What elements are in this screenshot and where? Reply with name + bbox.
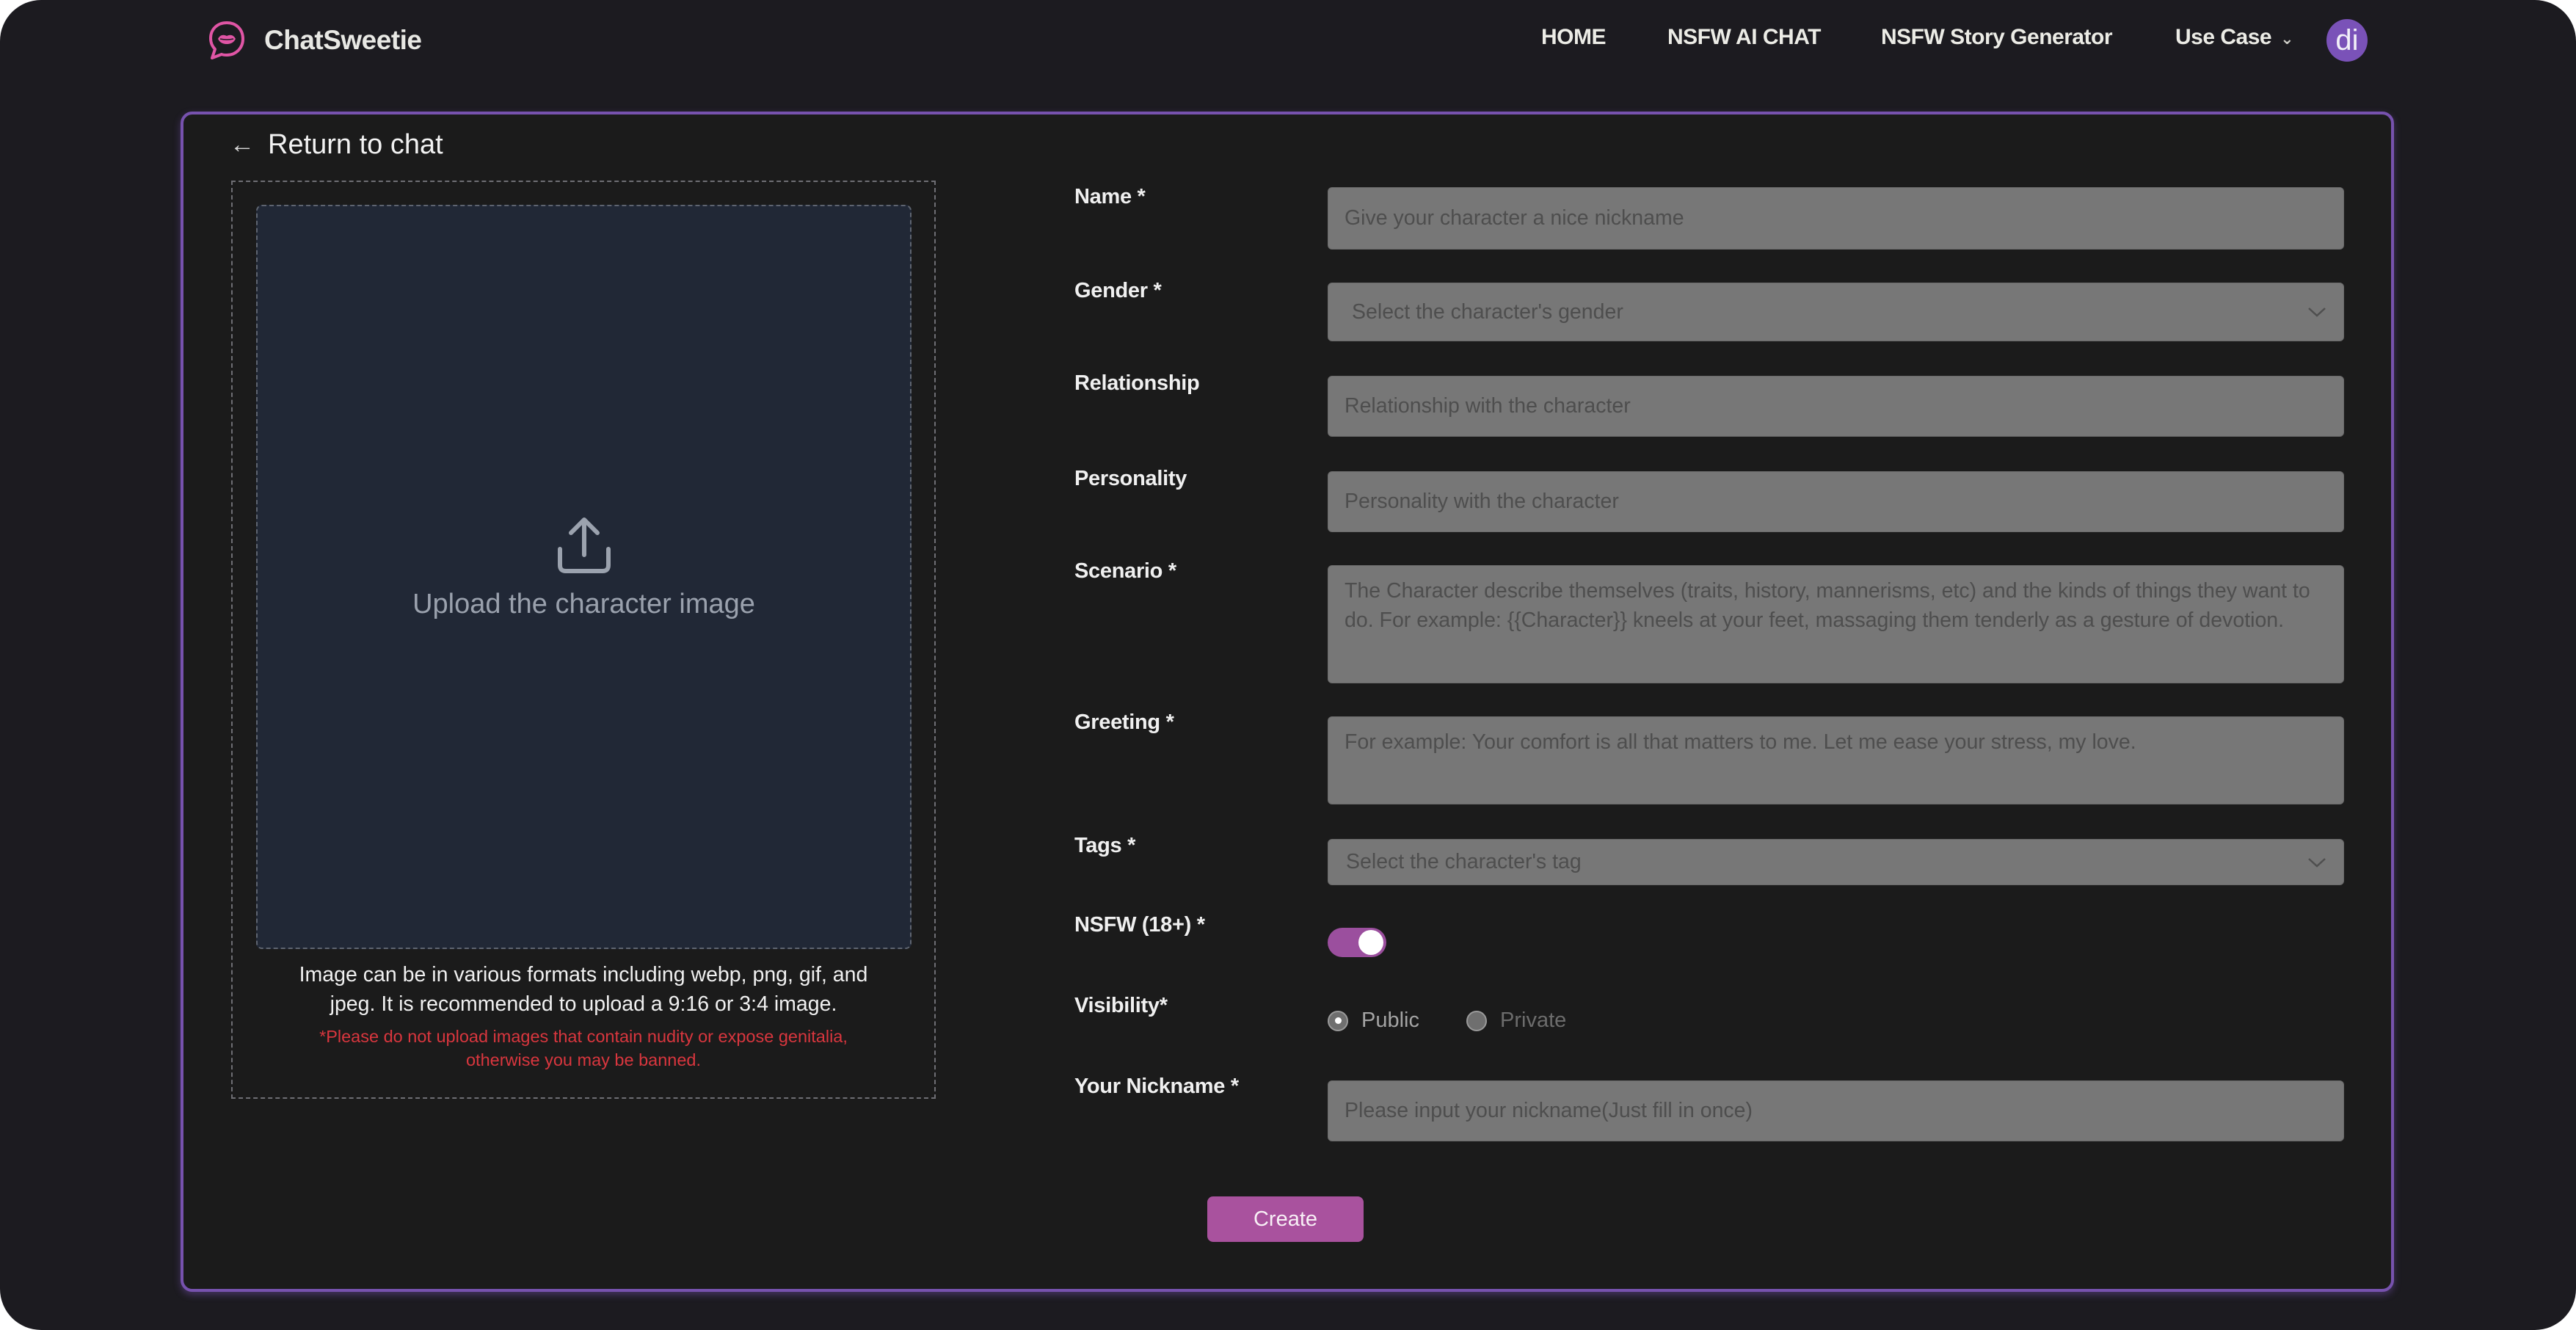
- name-placeholder: Give your character a nice nickname: [1345, 206, 1684, 230]
- gender-placeholder: Select the character's gender: [1352, 299, 1623, 324]
- greeting-placeholder: For example: Your comfort is all that ma…: [1345, 730, 2136, 754]
- return-to-chat-label: Return to chat: [268, 129, 443, 160]
- brand-logo[interactable]: ChatSweetie: [205, 19, 422, 62]
- radio-checked-icon: [1328, 1010, 1348, 1031]
- tags-label: Tags *: [1074, 834, 1136, 857]
- upload-section: Upload the character image Image can be …: [231, 181, 936, 1099]
- visibility-private-radio[interactable]: Private: [1466, 1009, 1566, 1033]
- personality-placeholder: Personality with the character: [1345, 490, 1619, 513]
- upload-label: Upload the character image: [412, 588, 755, 619]
- return-to-chat-link[interactable]: ← Return to chat: [230, 129, 443, 161]
- tags-select[interactable]: Select the character's tag: [1328, 839, 2344, 885]
- greeting-label: Greeting *: [1074, 711, 1174, 734]
- chevron-down-icon: [2308, 308, 2326, 317]
- nickname-label: Your Nickname *: [1074, 1075, 1239, 1098]
- nav-use-case-label: Use Case: [2175, 25, 2272, 49]
- gender-select[interactable]: Select the character's gender: [1328, 283, 2344, 341]
- nsfw-label: NSFW (18+) *: [1074, 913, 1205, 937]
- visibility-radio-group: Public Private: [1328, 1009, 1566, 1033]
- name-input[interactable]: Give your character a nice nickname: [1328, 187, 2344, 250]
- app-window: ChatSweetie HOME NSFW AI CHAT NSFW Story…: [0, 0, 2576, 1330]
- toggle-knob: [1358, 930, 1383, 955]
- personality-label: Personality: [1074, 467, 1187, 490]
- personality-input[interactable]: Personality with the character: [1328, 471, 2344, 532]
- visibility-label: Visibility*: [1074, 994, 1168, 1017]
- lips-chat-bubble-icon: [209, 21, 244, 59]
- upload-warning: *Please do not upload images that contai…: [319, 1027, 848, 1069]
- scenario-placeholder: The Character describe themselves (trait…: [1345, 579, 2310, 632]
- nav-use-case[interactable]: Use Case ⌄: [2175, 25, 2294, 50]
- gender-label: Gender *: [1074, 279, 1162, 302]
- nav-nsfw-story-generator[interactable]: NSFW Story Generator: [1881, 25, 2113, 50]
- upload-icon: [557, 517, 611, 573]
- greeting-textarea[interactable]: For example: Your comfort is all that ma…: [1328, 716, 2344, 804]
- nav-nsfw-ai-chat[interactable]: NSFW AI CHAT: [1667, 25, 1821, 50]
- visibility-public-label: Public: [1361, 1009, 1419, 1032]
- scenario-label: Scenario *: [1074, 559, 1176, 583]
- chevron-down-icon: ⌄: [2280, 29, 2294, 48]
- brand-name: ChatSweetie: [264, 25, 422, 55]
- nickname-placeholder: Please input your nickname(Just fill in …: [1345, 1099, 1753, 1122]
- visibility-private-label: Private: [1500, 1009, 1567, 1032]
- create-button[interactable]: Create: [1207, 1196, 1364, 1242]
- relationship-placeholder: Relationship with the character: [1345, 394, 1631, 418]
- arrow-left-icon: ←: [230, 131, 255, 159]
- chevron-down-icon: [2308, 857, 2326, 868]
- nsfw-toggle[interactable]: [1328, 928, 1386, 957]
- nickname-input[interactable]: Please input your nickname(Just fill in …: [1328, 1080, 2344, 1141]
- tags-placeholder: Select the character's tag: [1346, 850, 1582, 873]
- image-upload-dropzone[interactable]: Upload the character image: [256, 205, 912, 949]
- scenario-textarea[interactable]: The Character describe themselves (trait…: [1328, 565, 2344, 683]
- user-avatar[interactable]: di: [2326, 19, 2368, 62]
- visibility-public-radio[interactable]: Public: [1328, 1009, 1419, 1033]
- create-character-panel: ← Return to chat Upload the character im…: [181, 112, 2394, 1292]
- upload-format-hint: Image can be in various formats includin…: [299, 963, 868, 1016]
- nav-home[interactable]: HOME: [1541, 25, 1607, 50]
- relationship-label: Relationship: [1074, 371, 1200, 395]
- relationship-input[interactable]: Relationship with the character: [1328, 376, 2344, 437]
- radio-unchecked-icon: [1466, 1010, 1487, 1031]
- name-label: Name *: [1074, 185, 1146, 208]
